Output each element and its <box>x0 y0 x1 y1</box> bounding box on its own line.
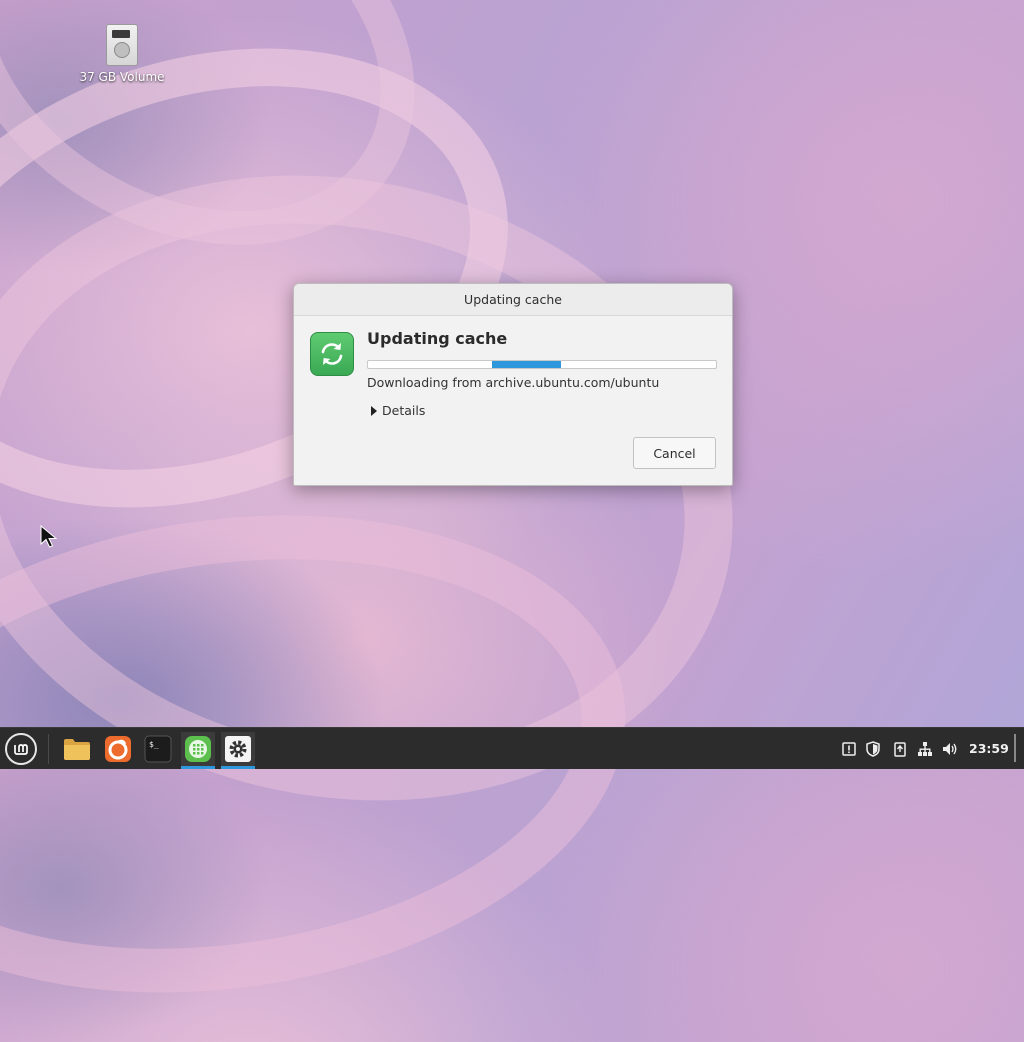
clipboard-icon[interactable] <box>891 740 909 758</box>
volume-icon[interactable] <box>941 740 959 758</box>
updating-cache-dialog: Updating cache Updating cache Downloadin… <box>293 283 733 486</box>
mouse-cursor-icon <box>40 525 58 548</box>
svg-text:$_: $_ <box>149 740 159 749</box>
progress-bar-pulse <box>491 361 562 368</box>
status-text: Downloading from archive.ubuntu.com/ubun… <box>367 375 660 390</box>
drive-icon <box>106 24 138 66</box>
firefox-icon[interactable] <box>101 732 135 766</box>
shield-icon[interactable] <box>864 740 882 758</box>
details-label: Details <box>382 403 426 418</box>
update-notice-icon[interactable] <box>840 740 858 758</box>
mint-menu-icon[interactable] <box>5 733 37 765</box>
show-desktop-button[interactable] <box>1014 734 1016 762</box>
dialog-titlebar[interactable]: Updating cache <box>294 284 732 316</box>
expander-arrow-icon <box>371 405 377 416</box>
desktop-icon-volume[interactable]: 37 GB Volume <box>76 24 168 84</box>
network-icon[interactable] <box>916 740 934 758</box>
cancel-button[interactable]: Cancel <box>633 437 716 469</box>
dialog-title: Updating cache <box>464 292 562 307</box>
progress-bar <box>367 360 717 369</box>
clock[interactable]: 23:59 <box>969 741 1009 756</box>
taskbar: $_ 23:59 <box>0 727 1024 769</box>
terminal-icon[interactable]: $_ <box>141 732 175 766</box>
dialog-heading: Updating cache <box>367 329 508 348</box>
refresh-icon <box>310 332 354 376</box>
grid-icon[interactable] <box>181 732 215 769</box>
details-expander[interactable]: Details <box>371 403 425 418</box>
panel-separator <box>48 734 49 764</box>
folder-icon[interactable] <box>60 732 94 766</box>
gear-icon[interactable] <box>221 732 255 769</box>
desktop-icon-label: 37 GB Volume <box>79 70 165 84</box>
